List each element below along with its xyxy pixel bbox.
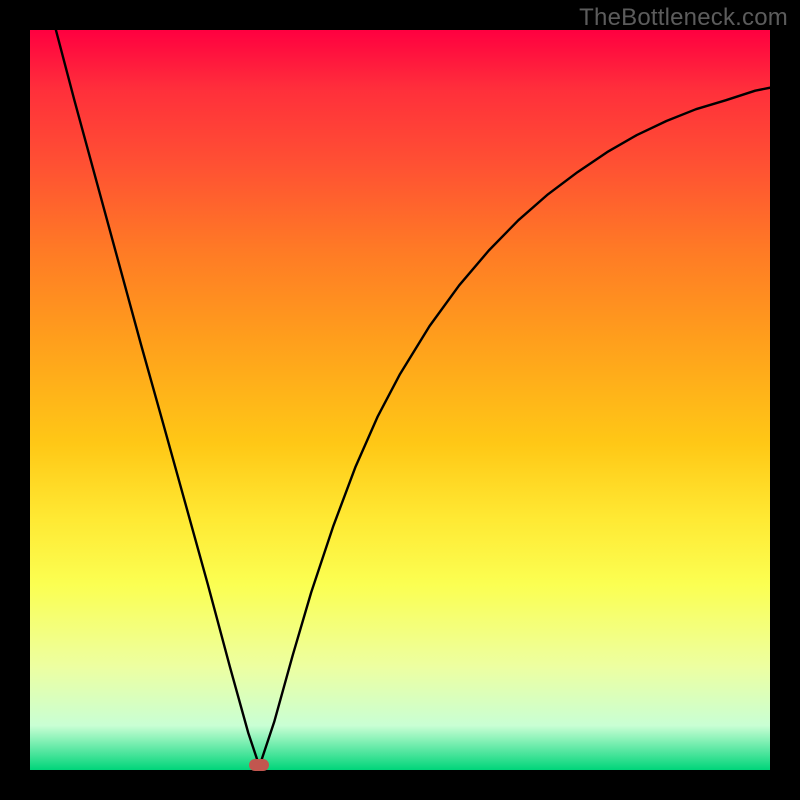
watermark-text: TheBottleneck.com bbox=[579, 4, 788, 32]
curve-layer bbox=[30, 30, 770, 770]
bottleneck-curve bbox=[56, 30, 770, 766]
chart-frame: TheBottleneck.com bbox=[0, 0, 800, 800]
minimum-marker bbox=[249, 759, 269, 771]
